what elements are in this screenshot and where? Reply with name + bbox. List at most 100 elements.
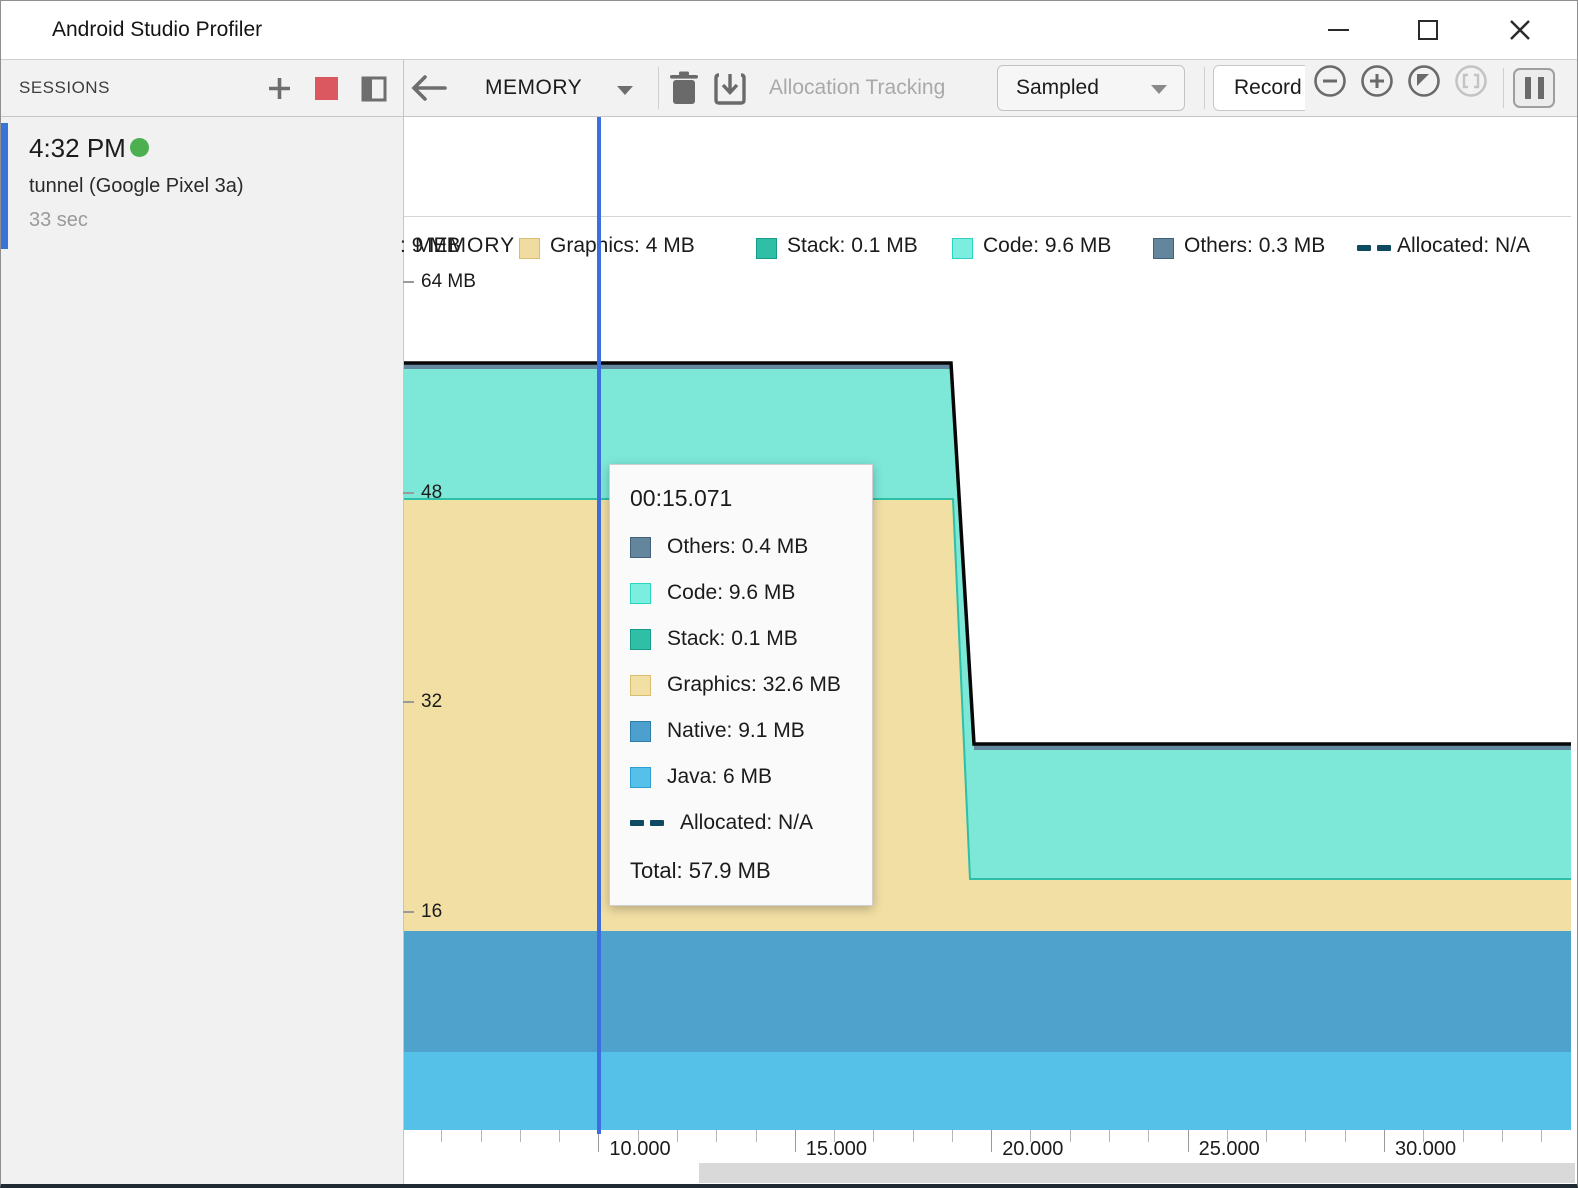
stop-session-button[interactable]: [315, 77, 338, 100]
legend-item-label: Stack: 0.1 MB: [787, 234, 918, 258]
frame-selection-button[interactable]: [1454, 64, 1488, 98]
x-minor-tick: [1070, 1130, 1071, 1142]
x-major-tick: [1188, 1130, 1189, 1152]
x-minor-tick: [677, 1130, 678, 1142]
x-minor-tick: [1305, 1130, 1306, 1142]
legend-swatch: [630, 721, 651, 742]
back-button[interactable]: [409, 72, 449, 109]
selected-session-accent: [1, 123, 8, 249]
record-button[interactable]: Record: [1213, 65, 1317, 111]
maximize-button[interactable]: [1406, 8, 1450, 52]
collapse-panel-button[interactable]: [361, 76, 387, 107]
minimize-icon: [1328, 29, 1349, 31]
tooltip-row-label: Others: 0.4 MB: [667, 535, 808, 559]
zoom-in-button[interactable]: [1360, 64, 1394, 98]
sampling-mode-select[interactable]: Sampled: [997, 65, 1185, 111]
x-minor-tick: [1345, 1130, 1346, 1142]
legend-swatch: [519, 238, 540, 259]
legend-swatch: [630, 767, 651, 788]
maximize-icon: [1418, 20, 1438, 40]
y-tick-label: 48: [421, 482, 442, 504]
tooltip-row-label: Java: 6 MB: [667, 765, 772, 789]
x-major-tick: [1384, 1130, 1385, 1152]
tooltip-row-label: Allocated: N/A: [680, 811, 813, 835]
close-icon: [1508, 18, 1532, 42]
x-minor-tick: [1502, 1130, 1503, 1142]
window-title: Android Studio Profiler: [52, 1, 262, 59]
x-tick-label: 20.000: [1002, 1138, 1063, 1161]
x-tick-label: 10.000: [609, 1138, 670, 1161]
tooltip-row: Java: 6 MB: [630, 766, 872, 788]
x-minor-tick: [873, 1130, 874, 1142]
y-tick-label: 16: [421, 901, 442, 923]
chart-stage-title: MEMORY: [415, 234, 515, 258]
y-tick: [403, 701, 414, 703]
allocated-dash-icon: [630, 820, 664, 826]
x-major-tick: [991, 1130, 992, 1152]
zoom-out-button[interactable]: [1313, 64, 1347, 98]
export-button[interactable]: [713, 71, 747, 112]
x-minor-tick: [520, 1130, 521, 1142]
toolbar-separator: [1204, 67, 1205, 109]
pause-live-button[interactable]: [1513, 68, 1555, 108]
legend-swatch: [630, 675, 651, 696]
x-minor-tick: [1541, 1130, 1542, 1142]
x-minor-tick: [1030, 1130, 1031, 1142]
stage-selector[interactable]: MEMORY: [485, 59, 582, 116]
x-minor-tick: [638, 1130, 639, 1142]
chevron-down-icon[interactable]: [616, 83, 634, 101]
chart-tooltip: 00:15.071 Others: 0.4 MBCode: 9.6 MBStac…: [609, 464, 873, 906]
y-tick: [403, 911, 414, 913]
profiler-window: Android Studio Profiler SESSIONS M: [0, 0, 1578, 1188]
title-bar: Android Studio Profiler: [1, 1, 1578, 59]
legend-item-label: Graphics: 4 MB: [550, 234, 695, 258]
x-minor-tick: [952, 1130, 953, 1142]
y-tick: [403, 492, 414, 494]
tooltip-row: Others: 0.4 MB: [630, 536, 872, 558]
x-tick-label: 30.000: [1395, 1138, 1456, 1161]
minimize-button[interactable]: [1316, 8, 1360, 52]
x-minor-tick: [1109, 1130, 1110, 1142]
add-session-button[interactable]: [266, 75, 293, 107]
legend-item-label: Allocated: N/A: [1397, 234, 1530, 258]
legend-item-label: Others: 0.3 MB: [1184, 234, 1325, 258]
split-panel-icon: [361, 76, 387, 102]
delete-session-button[interactable]: [669, 71, 699, 112]
x-minor-tick: [834, 1130, 835, 1142]
close-button[interactable]: [1498, 8, 1542, 52]
export-download-icon: [713, 71, 747, 107]
tooltip-total: Total: 57.9 MB: [630, 858, 872, 884]
legend-swatch: [756, 238, 777, 259]
x-minor-tick: [716, 1130, 717, 1142]
tooltip-row-label: Native: 9.1 MB: [667, 719, 805, 743]
y-tick-label: 32: [421, 691, 442, 713]
allocation-tracking-label: Allocation Tracking: [769, 59, 945, 116]
zoom-to-fit-icon: [1417, 74, 1429, 86]
legend-swatch: [630, 629, 651, 650]
back-arrow-icon: [409, 72, 449, 104]
chevron-down-icon: [1150, 84, 1168, 95]
reset-zoom-button[interactable]: [1407, 64, 1441, 98]
x-major-tick: [795, 1130, 796, 1152]
x-tick-label: 15.000: [806, 1138, 867, 1161]
pause-icon: [1525, 77, 1531, 99]
x-minor-tick: [756, 1130, 757, 1142]
horizontal-scrollbar-thumb[interactable]: [699, 1163, 1575, 1183]
trash-icon: [669, 71, 699, 107]
session-list-item[interactable]: 4:32 PM tunnel (Google Pixel 3a) 33 sec: [1, 119, 403, 249]
x-minor-tick: [481, 1130, 482, 1142]
selection-time-line[interactable]: [597, 117, 601, 1134]
toolbar-separator: [1503, 68, 1504, 108]
area-layer-java: [404, 1052, 1571, 1131]
tooltip-row: Native: 9.1 MB: [630, 720, 872, 742]
session-duration: 33 sec: [29, 209, 88, 232]
x-axis: 10.00015.00020.00025.00030.000: [404, 1130, 1571, 1164]
memory-stacked-area-chart[interactable]: [404, 117, 1571, 1131]
zoom-controls: [1305, 60, 1578, 116]
x-minor-tick: [441, 1130, 442, 1142]
x-minor-tick: [559, 1130, 560, 1142]
brackets-icon: [1464, 75, 1478, 87]
tooltip-row: Code: 9.6 MB: [630, 582, 872, 604]
legend-swatch: [952, 238, 973, 259]
x-minor-tick: [913, 1130, 914, 1142]
